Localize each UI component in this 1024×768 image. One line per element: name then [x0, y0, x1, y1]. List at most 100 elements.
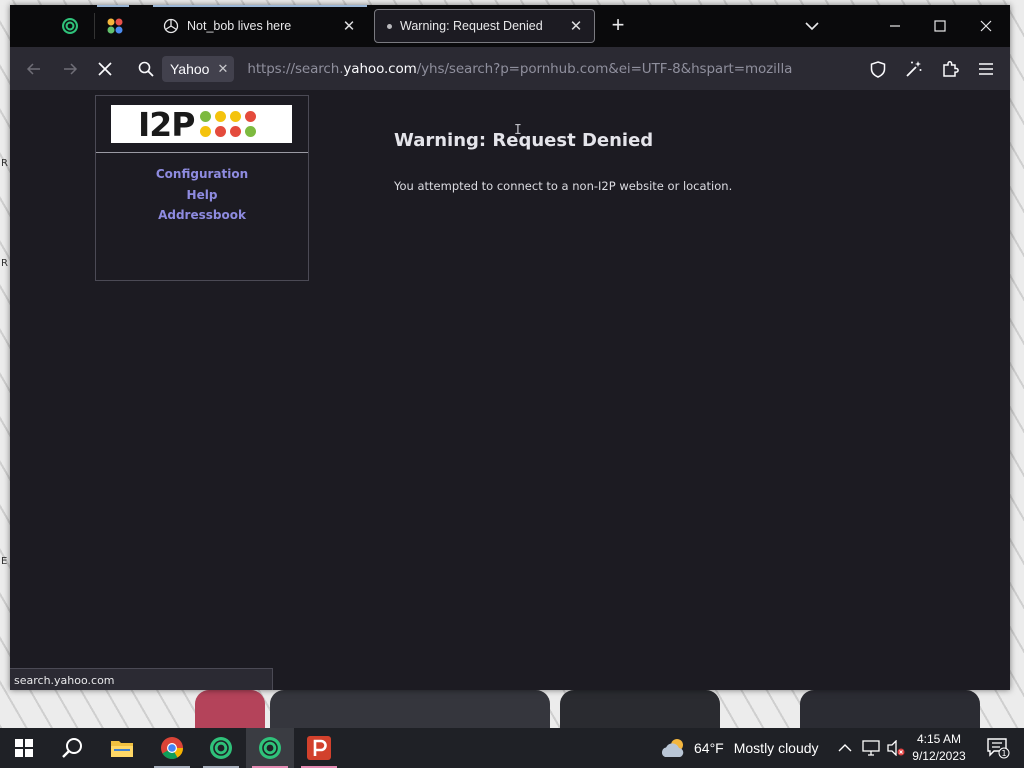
taskbar-file-explorer[interactable] [98, 728, 146, 768]
start-button[interactable] [0, 728, 48, 768]
weather-widget[interactable]: 64°F Mostly cloudy [660, 728, 819, 768]
chrome-icon [161, 737, 183, 759]
taskbar-clock[interactable]: 4:15 AM 9/12/2023 [905, 731, 973, 765]
tab-loading-indicator [153, 5, 367, 7]
weather-condition: Mostly cloudy [733, 740, 819, 756]
forward-arrow-icon [64, 63, 78, 75]
notification-count: 1 [1001, 749, 1006, 758]
search-icon [138, 61, 154, 77]
maximize-button[interactable] [918, 11, 962, 41]
onion-browser-icon [259, 737, 281, 759]
notification-center-button[interactable]: 1 [980, 728, 1016, 768]
proxy-app-icon [307, 736, 331, 760]
cloudy-weather-icon [661, 739, 684, 757]
wallpaper-figure [195, 690, 265, 728]
tab-label: Not_bob lives here [187, 19, 292, 33]
link-configuration[interactable]: Configuration [96, 164, 308, 185]
close-window-button[interactable] [964, 11, 1008, 41]
tracking-protection-button[interactable] [864, 55, 892, 83]
globe-icon [163, 18, 179, 34]
customize-button[interactable] [900, 55, 928, 83]
back-button[interactable] [20, 55, 48, 83]
onion-browser-icon [210, 737, 232, 759]
side-nav-links: Configuration Help Addressbook [96, 164, 308, 226]
volume-muted-icon[interactable] [887, 740, 905, 756]
logo-dot [200, 126, 212, 137]
close-icon[interactable]: ✕ [568, 17, 584, 35]
i2p-logo[interactable]: I2P [111, 105, 292, 144]
navigation-toolbar: Yahoo ✕ https://search.yahoo.com/yhs/sea… [10, 47, 1010, 90]
divider [96, 152, 308, 153]
system-tray [838, 728, 905, 768]
address-bar[interactable]: Yahoo ✕ https://search.yahoo.com/yhs/sea… [132, 53, 862, 84]
search-icon [62, 738, 82, 758]
tab-loading-indicator [97, 5, 129, 7]
i2p-side-panel: I2P Configuration Help Addressbook [95, 95, 309, 281]
puzzle-piece-icon [943, 60, 959, 77]
extensions-button[interactable] [936, 55, 964, 83]
browser-window: Not_bob lives here ✕ Warning: Request De… [10, 5, 1010, 690]
logo-dot [245, 111, 257, 122]
firefox-view-button[interactable] [48, 9, 92, 43]
page-title: Warning: Request Denied [394, 130, 654, 151]
tab-warning[interactable]: Warning: Request Denied ✕ [374, 9, 595, 43]
network-icon[interactable] [862, 740, 880, 756]
link-status-bar: search.yahoo.com [10, 668, 273, 690]
folder-icon [111, 741, 133, 757]
close-icon[interactable]: ✕ [217, 61, 228, 77]
back-arrow-icon [26, 63, 40, 75]
warning-message: You attempted to connect to a non-I2P we… [394, 179, 733, 193]
logo-dots [200, 111, 257, 137]
logo-dot [230, 111, 242, 122]
magic-wand-icon [906, 61, 922, 77]
wallpaper-figure [800, 690, 980, 728]
logo-dot [200, 111, 212, 122]
minimize-button[interactable] [873, 11, 917, 41]
wallpaper-figure [560, 690, 720, 728]
wallpaper-figure [270, 690, 550, 728]
desktop-glyph: R [1, 158, 8, 169]
tab-not-bob[interactable]: Not_bob lives here ✕ [153, 9, 367, 43]
desktop-glyph: R [1, 258, 8, 269]
chevron-up-icon[interactable] [838, 743, 852, 753]
windows-logo-icon [15, 739, 33, 757]
url-suffix: /yhs/search?p=pornhub.com&ei=UTF-8&hspar… [416, 60, 793, 77]
url-prefix: https://search. [247, 60, 344, 77]
desktop-glyph: E [1, 556, 8, 567]
logo-dot [215, 126, 227, 137]
notification-icon: 1 [987, 738, 1010, 759]
page-content: I2P Configuration Help Addressbook Warni… [10, 90, 1010, 690]
forward-button[interactable] [56, 55, 84, 83]
pinned-tab[interactable] [93, 9, 137, 43]
close-icon [980, 20, 992, 32]
close-icon[interactable]: ✕ [341, 17, 357, 35]
tab-bar: Not_bob lives here ✕ Warning: Request De… [10, 5, 1010, 47]
taskbar-onion-browser[interactable] [197, 728, 245, 768]
text-cursor-icon: I [514, 123, 522, 138]
search-engine-label: Yahoo [170, 60, 210, 77]
taskbar-i2p-browser[interactable] [246, 728, 294, 768]
logo-dot [215, 111, 227, 122]
logo-dot [245, 126, 257, 137]
onion-browser-icon [62, 18, 78, 34]
loading-dot-icon [387, 23, 392, 29]
url-text[interactable]: https://search.yahoo.com/yhs/search?p=po… [247, 61, 792, 77]
taskbar-proxy-app[interactable] [295, 728, 343, 768]
app-menu-button[interactable] [972, 55, 1000, 83]
hamburger-menu-icon [979, 63, 993, 75]
link-addressbook[interactable]: Addressbook [96, 205, 308, 226]
shield-icon [870, 60, 886, 78]
taskbar-chrome[interactable] [148, 728, 196, 768]
search-engine-chip[interactable]: Yahoo ✕ [162, 55, 235, 82]
maximize-icon [934, 20, 946, 32]
url-domain: yahoo.com [343, 60, 417, 77]
list-tabs-button[interactable] [790, 11, 834, 41]
logo-dot [230, 126, 242, 137]
new-tab-button[interactable]: + [606, 14, 630, 38]
taskbar-search-button[interactable] [48, 728, 96, 768]
minimize-icon [890, 25, 900, 27]
stop-loading-icon [98, 62, 112, 76]
clock-date: 9/12/2023 [912, 749, 966, 763]
stop-button[interactable] [91, 55, 119, 83]
link-help[interactable]: Help [96, 185, 308, 206]
